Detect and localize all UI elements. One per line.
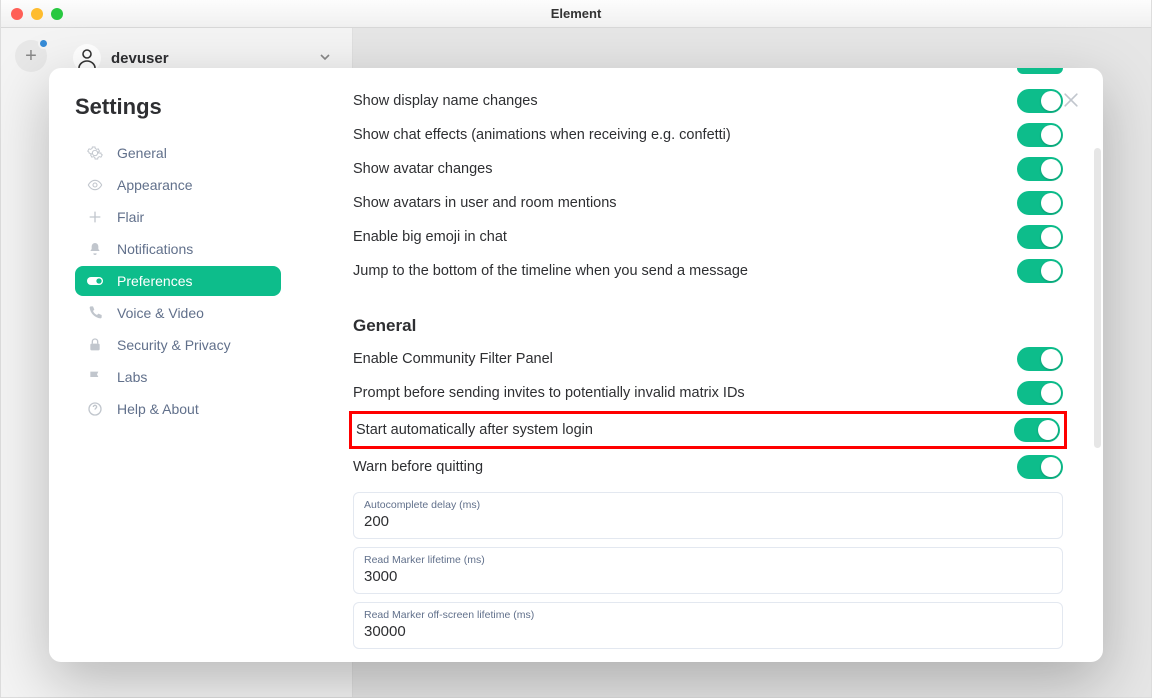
setting-row: Show chat effects (animations when recei…: [353, 118, 1063, 152]
toggle-switch[interactable]: [1014, 418, 1060, 442]
sidebar-item-preferences[interactable]: Preferences: [75, 266, 281, 296]
toggle-switch[interactable]: [1017, 259, 1063, 283]
settings-content[interactable]: Show display name changes Show chat effec…: [289, 68, 1103, 662]
settings-sidebar: Settings General Appearance Flair Notificat…: [49, 68, 289, 662]
setting-row: Enable big emoji in chat: [353, 220, 1063, 254]
compose-button[interactable]: +: [15, 40, 47, 72]
toggle-switch[interactable]: [1017, 157, 1063, 181]
numeric-field: Read Marker lifetime (ms): [353, 547, 1063, 594]
toggle-icon: [87, 273, 103, 289]
toggle-switch[interactable]: [1017, 89, 1063, 113]
window-close-button[interactable]: [11, 8, 23, 20]
field-input[interactable]: [364, 621, 1052, 640]
sidebar-item-label: Help & About: [117, 401, 199, 417]
setting-label: Start automatically after system login: [356, 422, 593, 438]
sidebar-item-general[interactable]: General: [75, 138, 281, 168]
sidebar-item-label: Preferences: [117, 273, 192, 289]
setting-label: Show avatars in user and room mentions: [353, 195, 617, 211]
bell-icon: [87, 241, 103, 257]
setting-row: Show avatars in user and room mentions: [353, 186, 1063, 220]
setting-row: Show avatar changes: [353, 152, 1063, 186]
toggle-switch[interactable]: [1017, 455, 1063, 479]
setting-label: Show chat effects (animations when recei…: [353, 127, 731, 143]
setting-row: Jump to the bottom of the timeline when …: [353, 254, 1063, 288]
setting-label: Show avatar changes: [353, 161, 492, 177]
section-heading-general: General: [353, 316, 1063, 336]
window-title: Element: [1, 6, 1151, 21]
field-label: Autocomplete delay (ms): [364, 499, 1052, 511]
settings-modal: Settings General Appearance Flair Notificat…: [49, 68, 1103, 662]
sidebar-item-label: Notifications: [117, 241, 193, 257]
numeric-field: Read Marker off-screen lifetime (ms): [353, 602, 1063, 649]
sidebar-item-label: Appearance: [117, 177, 193, 193]
toggle-switch[interactable]: [1017, 381, 1063, 405]
sidebar-item-label: General: [117, 145, 167, 161]
help-icon: [87, 401, 103, 417]
phone-icon: [87, 305, 103, 321]
modal-title: Settings: [75, 94, 281, 120]
sidebar-item-labs[interactable]: Labs: [75, 362, 281, 392]
sidebar-item-label: Security & Privacy: [117, 337, 231, 353]
toggle-switch[interactable]: [1017, 225, 1063, 249]
setting-row: Warn before quitting: [353, 450, 1063, 484]
notification-dot: [38, 38, 49, 49]
app-window: Element + devuser: [0, 0, 1152, 698]
plus-icon: +: [25, 45, 37, 68]
sidebar-item-notifications[interactable]: Notifications: [75, 234, 281, 264]
setting-label: Jump to the bottom of the timeline when …: [353, 263, 748, 279]
titlebar: Element: [1, 0, 1151, 28]
field-input[interactable]: [364, 511, 1052, 530]
sidebar-item-help-about[interactable]: Help & About: [75, 394, 281, 424]
setting-label: Warn before quitting: [353, 459, 483, 475]
field-label: Read Marker off-screen lifetime (ms): [364, 609, 1052, 621]
window-controls: [11, 8, 63, 20]
toggle-switch[interactable]: [1017, 68, 1063, 74]
sidebar-item-security-privacy[interactable]: Security & Privacy: [75, 330, 281, 360]
sidebar-item-flair[interactable]: Flair: [75, 202, 281, 232]
setting-row: Start automatically after system login: [349, 411, 1067, 449]
setting-label: Enable Community Filter Panel: [353, 351, 553, 367]
sidebar-item-voice-video[interactable]: Voice & Video: [75, 298, 281, 328]
sidebar-item-appearance[interactable]: Appearance: [75, 170, 281, 200]
sidebar-item-label: Labs: [117, 369, 147, 385]
setting-row: Enable Community Filter Panel: [353, 342, 1063, 376]
sidebar-item-label: Flair: [117, 209, 144, 225]
field-label: Read Marker lifetime (ms): [364, 554, 1052, 566]
scrollbar[interactable]: [1094, 148, 1101, 448]
window-zoom-button[interactable]: [51, 8, 63, 20]
window-minimize-button[interactable]: [31, 8, 43, 20]
field-input[interactable]: [364, 566, 1052, 585]
toggle-switch[interactable]: [1017, 123, 1063, 147]
chevron-down-icon: [319, 50, 331, 66]
setting-label: Show display name changes: [353, 93, 538, 109]
setting-row: Show display name changes: [353, 84, 1063, 118]
setting-label: Prompt before sending invites to potenti…: [353, 385, 745, 401]
setting-label: Enable big emoji in chat: [353, 229, 507, 245]
gear-icon: [87, 145, 103, 161]
lock-icon: [87, 337, 103, 353]
numeric-field: Autocomplete delay (ms): [353, 492, 1063, 539]
toggle-switch[interactable]: [1017, 191, 1063, 215]
plus-icon: [87, 209, 103, 225]
flag-icon: [87, 369, 103, 385]
username-label: devuser: [111, 50, 169, 67]
eye-icon: [87, 177, 103, 193]
setting-row: Prompt before sending invites to potenti…: [353, 376, 1063, 410]
toggle-switch[interactable]: [1017, 347, 1063, 371]
sidebar-item-label: Voice & Video: [117, 305, 204, 321]
